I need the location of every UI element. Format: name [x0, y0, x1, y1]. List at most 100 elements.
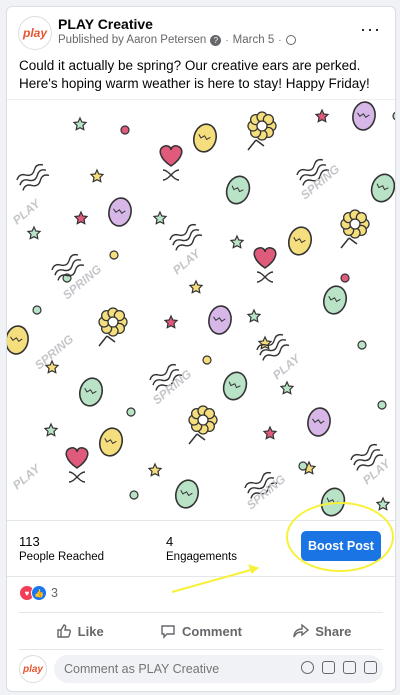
star-icon — [89, 168, 105, 183]
comment-button[interactable]: Comment — [140, 613, 261, 649]
camera-icon[interactable] — [322, 661, 335, 674]
separator-dot: · — [225, 34, 229, 46]
reactions-count: 3 — [51, 586, 58, 600]
star-icon — [257, 335, 273, 350]
egg-icon — [174, 479, 200, 509]
dot-icon — [340, 273, 350, 283]
heart-icon — [159, 145, 183, 167]
flower-icon — [98, 307, 128, 347]
flower-icon — [340, 209, 370, 249]
egg-icon — [307, 407, 331, 437]
comment-composer: play — [19, 655, 383, 687]
like-button[interactable]: Like — [19, 613, 140, 649]
star-icon — [26, 225, 42, 240]
dot-icon — [392, 111, 395, 121]
composer-avatar[interactable]: play — [19, 655, 47, 683]
post-card: play PLAY Creative Published by Aaron Pe… — [6, 6, 396, 692]
egg-icon — [192, 123, 218, 153]
share-button[interactable]: Share — [262, 613, 383, 649]
post-date[interactable]: March 5 — [233, 34, 275, 46]
egg-icon — [78, 377, 104, 407]
pattern-word: PLAY — [10, 461, 44, 492]
like-icon: 👍 — [31, 585, 47, 601]
egg-icon — [108, 197, 132, 227]
star-icon — [163, 314, 179, 329]
egg-icon — [7, 325, 29, 355]
star-icon — [246, 308, 262, 323]
published-by[interactable]: Published by Aaron Petersen — [58, 34, 206, 46]
page-name[interactable]: PLAY Creative — [58, 16, 153, 32]
egg-icon — [322, 285, 348, 315]
post-text: Could it actually be spring? Our creativ… — [19, 58, 370, 91]
thumbs-up-icon — [56, 624, 71, 638]
squiggle-icon — [16, 163, 50, 191]
reactions-summary[interactable]: ♥ 👍 3 — [19, 583, 58, 603]
comment-icon — [161, 625, 175, 639]
help-icon[interactable]: ? — [210, 34, 222, 46]
avatar-logo: play — [22, 26, 47, 40]
share-label: Share — [315, 623, 352, 639]
post-image[interactable]: PLAY PLAY SPRING SPRING SPRING PLAY SPRING SPRI… — [7, 99, 395, 521]
star-icon — [229, 234, 245, 249]
star-icon — [375, 496, 391, 511]
share-icon — [293, 623, 310, 638]
star-icon — [188, 279, 204, 294]
people-reached-label: People Reached — [19, 551, 105, 563]
star-icon — [73, 210, 89, 225]
dot-icon — [109, 250, 119, 260]
dot-icon — [202, 355, 212, 365]
star-icon — [314, 108, 330, 123]
star-icon — [72, 116, 88, 131]
star-icon — [43, 422, 59, 437]
leaf-icon — [256, 271, 274, 283]
post-meta: Published by Aaron Petersen ? · March 5 … — [58, 34, 296, 46]
pattern-word: PLAY — [170, 246, 204, 277]
pattern-word: SPRING — [150, 367, 194, 407]
more-options-icon[interactable]: ··· — [360, 19, 381, 40]
flower-icon — [188, 405, 218, 445]
comment-label: Comment — [182, 623, 242, 639]
flower-icon — [247, 111, 277, 151]
post-actions: Like Comment Share — [19, 612, 383, 650]
star-icon — [262, 425, 278, 440]
egg-icon — [98, 427, 124, 457]
egg-icon — [208, 305, 232, 335]
like-label: Like — [77, 623, 104, 639]
pattern-word: SPRING — [244, 472, 288, 512]
egg-icon — [370, 173, 395, 203]
gif-icon[interactable] — [343, 661, 356, 674]
leaf-icon — [68, 471, 86, 483]
leaf-icon — [162, 169, 180, 181]
heart-icon — [253, 247, 277, 269]
dot-icon — [120, 125, 130, 135]
emoji-icon[interactable] — [301, 661, 314, 674]
star-icon — [279, 380, 295, 395]
egg-icon — [287, 226, 313, 256]
page-avatar[interactable]: play — [18, 16, 52, 50]
boost-post-button[interactable]: Boost Post — [301, 531, 381, 561]
sticker-icon[interactable] — [364, 661, 377, 674]
globe-icon — [285, 35, 296, 45]
people-reached-value: 113 — [19, 534, 40, 549]
star-icon — [152, 210, 168, 225]
egg-icon — [222, 371, 248, 401]
star-icon — [147, 462, 163, 477]
avatar-logo: play — [22, 663, 43, 675]
dot-icon — [129, 490, 139, 500]
heart-icon — [65, 447, 89, 469]
dot-icon — [357, 340, 367, 350]
spring-pattern-image: PLAYPLAYSPRINGSPRINGSPRING PLAYSPRINGSPRI… — [7, 101, 395, 517]
dot-icon — [298, 461, 308, 471]
separator-dot: · — [278, 34, 282, 46]
egg-icon — [225, 175, 251, 205]
dot-icon — [32, 305, 42, 315]
pattern-word: PLAY — [10, 196, 44, 227]
squiggle-icon — [169, 223, 203, 251]
engagements-value: 4 — [166, 534, 174, 549]
dot-icon — [377, 400, 387, 410]
egg-icon — [352, 101, 376, 131]
post-header: play PLAY Creative Published by Aaron Pe… — [7, 7, 395, 59]
engagements-label: Engagements — [166, 551, 237, 563]
comment-tools — [301, 661, 377, 674]
egg-icon — [320, 487, 346, 517]
